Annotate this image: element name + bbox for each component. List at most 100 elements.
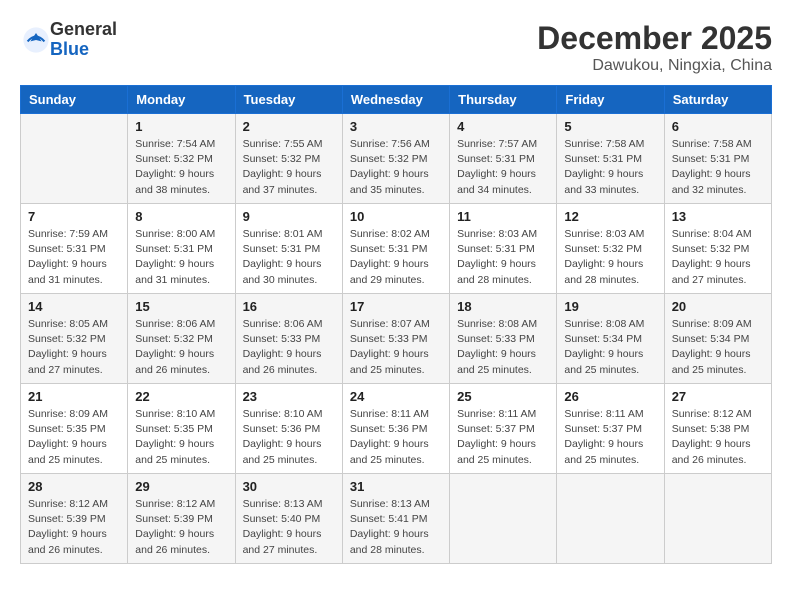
calendar-cell: 24 Sunrise: 8:11 AM Sunset: 5:36 PM Dayli… (342, 384, 449, 474)
calendar-cell: 21 Sunrise: 8:09 AM Sunset: 5:35 PM Dayli… (21, 384, 128, 474)
cell-info-text: Sunrise: 8:06 AM Sunset: 5:33 PM Dayligh… (243, 317, 335, 378)
calendar-cell: 22 Sunrise: 8:10 AM Sunset: 5:35 PM Dayli… (128, 384, 235, 474)
calendar-cell: 15Sunrise: 8:06 AM Sunset: 5:32 PM Dayli… (128, 294, 235, 384)
calendar-cell: 12 Sunrise: 8:03 AM Sunset: 5:32 PM Dayli… (557, 204, 664, 294)
calendar-body: 1 Sunrise: 7:54 AM Sunset: 5:32 PM Daylig… (21, 114, 772, 564)
weekday-header-tuesday: Tuesday (235, 86, 342, 114)
cell-info-text: Sunrise: 8:13 AM Sunset: 5:41 PM Dayligh… (350, 497, 442, 558)
calendar-cell: 20 Sunrise: 8:09 AM Sunset: 5:34 PM Dayli… (664, 294, 771, 384)
cell-date-number: 20 (672, 299, 764, 314)
cell-date-number: 6 (672, 119, 764, 134)
calendar-week-1: 1 Sunrise: 7:54 AM Sunset: 5:32 PM Daylig… (21, 114, 772, 204)
cell-info-text: Sunrise: 8:01 AM Sunset: 5:31 PM Dayligh… (243, 227, 335, 288)
cell-date-number: 17 (350, 299, 442, 314)
calendar-cell: 6 Sunrise: 7:58 AM Sunset: 5:31 PM Daylig… (664, 114, 771, 204)
calendar-cell: 3Sunrise: 7:56 AM Sunset: 5:32 PM Daylig… (342, 114, 449, 204)
calendar-week-4: 21 Sunrise: 8:09 AM Sunset: 5:35 PM Dayli… (21, 384, 772, 474)
calendar-cell: 14Sunrise: 8:05 AM Sunset: 5:32 PM Dayli… (21, 294, 128, 384)
cell-info-text: Sunrise: 8:08 AM Sunset: 5:34 PM Dayligh… (564, 317, 656, 378)
calendar-cell: 29 Sunrise: 8:12 AM Sunset: 5:39 PM Dayli… (128, 474, 235, 564)
cell-info-text: Sunrise: 8:04 AM Sunset: 5:32 PM Dayligh… (672, 227, 764, 288)
calendar-cell: 18Sunrise: 8:08 AM Sunset: 5:33 PM Dayli… (450, 294, 557, 384)
cell-info-text: Sunrise: 8:09 AM Sunset: 5:35 PM Dayligh… (28, 407, 120, 468)
weekday-header-friday: Friday (557, 86, 664, 114)
cell-info-text: Sunrise: 7:59 AM Sunset: 5:31 PM Dayligh… (28, 227, 120, 288)
location-title: Dawukou, Ningxia, China (537, 57, 772, 75)
cell-date-number: 1 (135, 119, 227, 134)
calendar-header-row: SundayMondayTuesdayWednesdayThursdayFrid… (21, 86, 772, 114)
calendar-cell: 17 Sunrise: 8:07 AM Sunset: 5:33 PM Dayli… (342, 294, 449, 384)
cell-date-number: 19 (564, 299, 656, 314)
cell-date-number: 29 (135, 479, 227, 494)
cell-info-text: Sunrise: 7:57 AM Sunset: 5:31 PM Dayligh… (457, 137, 549, 198)
cell-date-number: 31 (350, 479, 442, 494)
weekday-header-wednesday: Wednesday (342, 86, 449, 114)
cell-date-number: 24 (350, 389, 442, 404)
calendar-cell (664, 474, 771, 564)
cell-info-text: Sunrise: 8:12 AM Sunset: 5:38 PM Dayligh… (672, 407, 764, 468)
cell-date-number: 4 (457, 119, 549, 134)
cell-info-text: Sunrise: 7:58 AM Sunset: 5:31 PM Dayligh… (672, 137, 764, 198)
weekday-header-monday: Monday (128, 86, 235, 114)
calendar-week-2: 7Sunrise: 7:59 AM Sunset: 5:31 PM Daylig… (21, 204, 772, 294)
cell-info-text: Sunrise: 8:13 AM Sunset: 5:40 PM Dayligh… (243, 497, 335, 558)
calendar-cell: 8 Sunrise: 8:00 AM Sunset: 5:31 PM Daylig… (128, 204, 235, 294)
cell-info-text: Sunrise: 7:55 AM Sunset: 5:32 PM Dayligh… (243, 137, 335, 198)
cell-date-number: 14 (28, 299, 120, 314)
cell-info-text: Sunrise: 8:10 AM Sunset: 5:35 PM Dayligh… (135, 407, 227, 468)
cell-date-number: 9 (243, 209, 335, 224)
cell-date-number: 28 (28, 479, 120, 494)
cell-info-text: Sunrise: 8:11 AM Sunset: 5:37 PM Dayligh… (457, 407, 549, 468)
cell-info-text: Sunrise: 8:03 AM Sunset: 5:32 PM Dayligh… (564, 227, 656, 288)
title-area: December 2025 Dawukou, Ningxia, China (537, 20, 772, 75)
calendar-cell: 28 Sunrise: 8:12 AM Sunset: 5:39 PM Dayli… (21, 474, 128, 564)
logo: General Blue (20, 20, 117, 60)
calendar-cell: 27Sunrise: 8:12 AM Sunset: 5:38 PM Dayli… (664, 384, 771, 474)
calendar-cell (450, 474, 557, 564)
calendar-cell: 31 Sunrise: 8:13 AM Sunset: 5:41 PM Dayli… (342, 474, 449, 564)
cell-date-number: 5 (564, 119, 656, 134)
calendar-cell: 7Sunrise: 7:59 AM Sunset: 5:31 PM Daylig… (21, 204, 128, 294)
cell-info-text: Sunrise: 8:11 AM Sunset: 5:36 PM Dayligh… (350, 407, 442, 468)
cell-info-text: Sunrise: 8:08 AM Sunset: 5:33 PM Dayligh… (457, 317, 549, 378)
weekday-header-saturday: Saturday (664, 86, 771, 114)
calendar-cell: 1 Sunrise: 7:54 AM Sunset: 5:32 PM Daylig… (128, 114, 235, 204)
logo-text: General Blue (50, 20, 117, 60)
calendar-cell: 26Sunrise: 8:11 AM Sunset: 5:37 PM Dayli… (557, 384, 664, 474)
cell-date-number: 25 (457, 389, 549, 404)
calendar-cell: 16 Sunrise: 8:06 AM Sunset: 5:33 PM Dayli… (235, 294, 342, 384)
calendar-cell: 11Sunrise: 8:03 AM Sunset: 5:31 PM Dayli… (450, 204, 557, 294)
cell-date-number: 12 (564, 209, 656, 224)
cell-info-text: Sunrise: 8:10 AM Sunset: 5:36 PM Dayligh… (243, 407, 335, 468)
logo-icon (22, 26, 50, 54)
cell-date-number: 15 (135, 299, 227, 314)
cell-info-text: Sunrise: 7:54 AM Sunset: 5:32 PM Dayligh… (135, 137, 227, 198)
calendar-cell: 5 Sunrise: 7:58 AM Sunset: 5:31 PM Daylig… (557, 114, 664, 204)
cell-date-number: 22 (135, 389, 227, 404)
cell-date-number: 13 (672, 209, 764, 224)
calendar-cell: 30 Sunrise: 8:13 AM Sunset: 5:40 PM Dayli… (235, 474, 342, 564)
weekday-header-sunday: Sunday (21, 86, 128, 114)
cell-info-text: Sunrise: 8:00 AM Sunset: 5:31 PM Dayligh… (135, 227, 227, 288)
cell-info-text: Sunrise: 7:56 AM Sunset: 5:32 PM Dayligh… (350, 137, 442, 198)
cell-info-text: Sunrise: 8:02 AM Sunset: 5:31 PM Dayligh… (350, 227, 442, 288)
calendar-cell (557, 474, 664, 564)
page-header: General Blue December 2025 Dawukou, Ning… (20, 20, 772, 75)
cell-date-number: 8 (135, 209, 227, 224)
calendar-week-5: 28 Sunrise: 8:12 AM Sunset: 5:39 PM Dayli… (21, 474, 772, 564)
cell-date-number: 16 (243, 299, 335, 314)
cell-date-number: 10 (350, 209, 442, 224)
cell-info-text: Sunrise: 8:07 AM Sunset: 5:33 PM Dayligh… (350, 317, 442, 378)
calendar-cell: 10 Sunrise: 8:02 AM Sunset: 5:31 PM Dayli… (342, 204, 449, 294)
cell-date-number: 21 (28, 389, 120, 404)
calendar-cell: 19 Sunrise: 8:08 AM Sunset: 5:34 PM Dayli… (557, 294, 664, 384)
cell-date-number: 23 (243, 389, 335, 404)
cell-info-text: Sunrise: 8:11 AM Sunset: 5:37 PM Dayligh… (564, 407, 656, 468)
cell-info-text: Sunrise: 7:58 AM Sunset: 5:31 PM Dayligh… (564, 137, 656, 198)
cell-date-number: 11 (457, 209, 549, 224)
cell-date-number: 30 (243, 479, 335, 494)
cell-info-text: Sunrise: 8:12 AM Sunset: 5:39 PM Dayligh… (28, 497, 120, 558)
cell-info-text: Sunrise: 8:09 AM Sunset: 5:34 PM Dayligh… (672, 317, 764, 378)
calendar-cell: 13 Sunrise: 8:04 AM Sunset: 5:32 PM Dayli… (664, 204, 771, 294)
cell-info-text: Sunrise: 8:12 AM Sunset: 5:39 PM Dayligh… (135, 497, 227, 558)
